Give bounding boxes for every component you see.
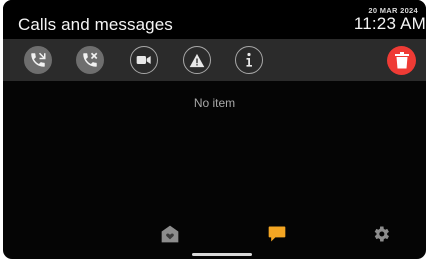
warning-filter-button[interactable] [183,46,211,74]
filter-toolbar [3,39,426,81]
video-filter-button[interactable] [130,46,158,74]
header-bar: Calls and messages 20 MAR 2024 11:23 AM [3,0,426,39]
rejected-call-icon [83,52,98,67]
nav-messages-button[interactable] [265,222,289,246]
page-title: Calls and messages [18,15,173,34]
time-label: 11:23 AM [353,14,426,33]
missed-call-filter-button[interactable] [24,46,52,74]
trash-icon [394,52,409,69]
messages-icon [268,226,286,242]
home-icon [161,225,179,243]
settings-icon [374,226,389,242]
missed-call-icon [31,52,46,67]
delete-button[interactable] [387,46,416,75]
nav-settings-button[interactable] [369,222,393,246]
warning-icon [189,53,205,67]
nav-home-button[interactable] [158,222,182,246]
home-indicator-bar[interactable] [192,253,252,256]
info-icon [246,52,252,67]
rejected-call-filter-button[interactable] [76,46,104,74]
device-screen: Calls and messages 20 MAR 2024 11:23 AM [3,0,426,259]
empty-state-text: No item [193,96,236,110]
info-filter-button[interactable] [235,46,263,74]
video-icon [136,56,151,64]
